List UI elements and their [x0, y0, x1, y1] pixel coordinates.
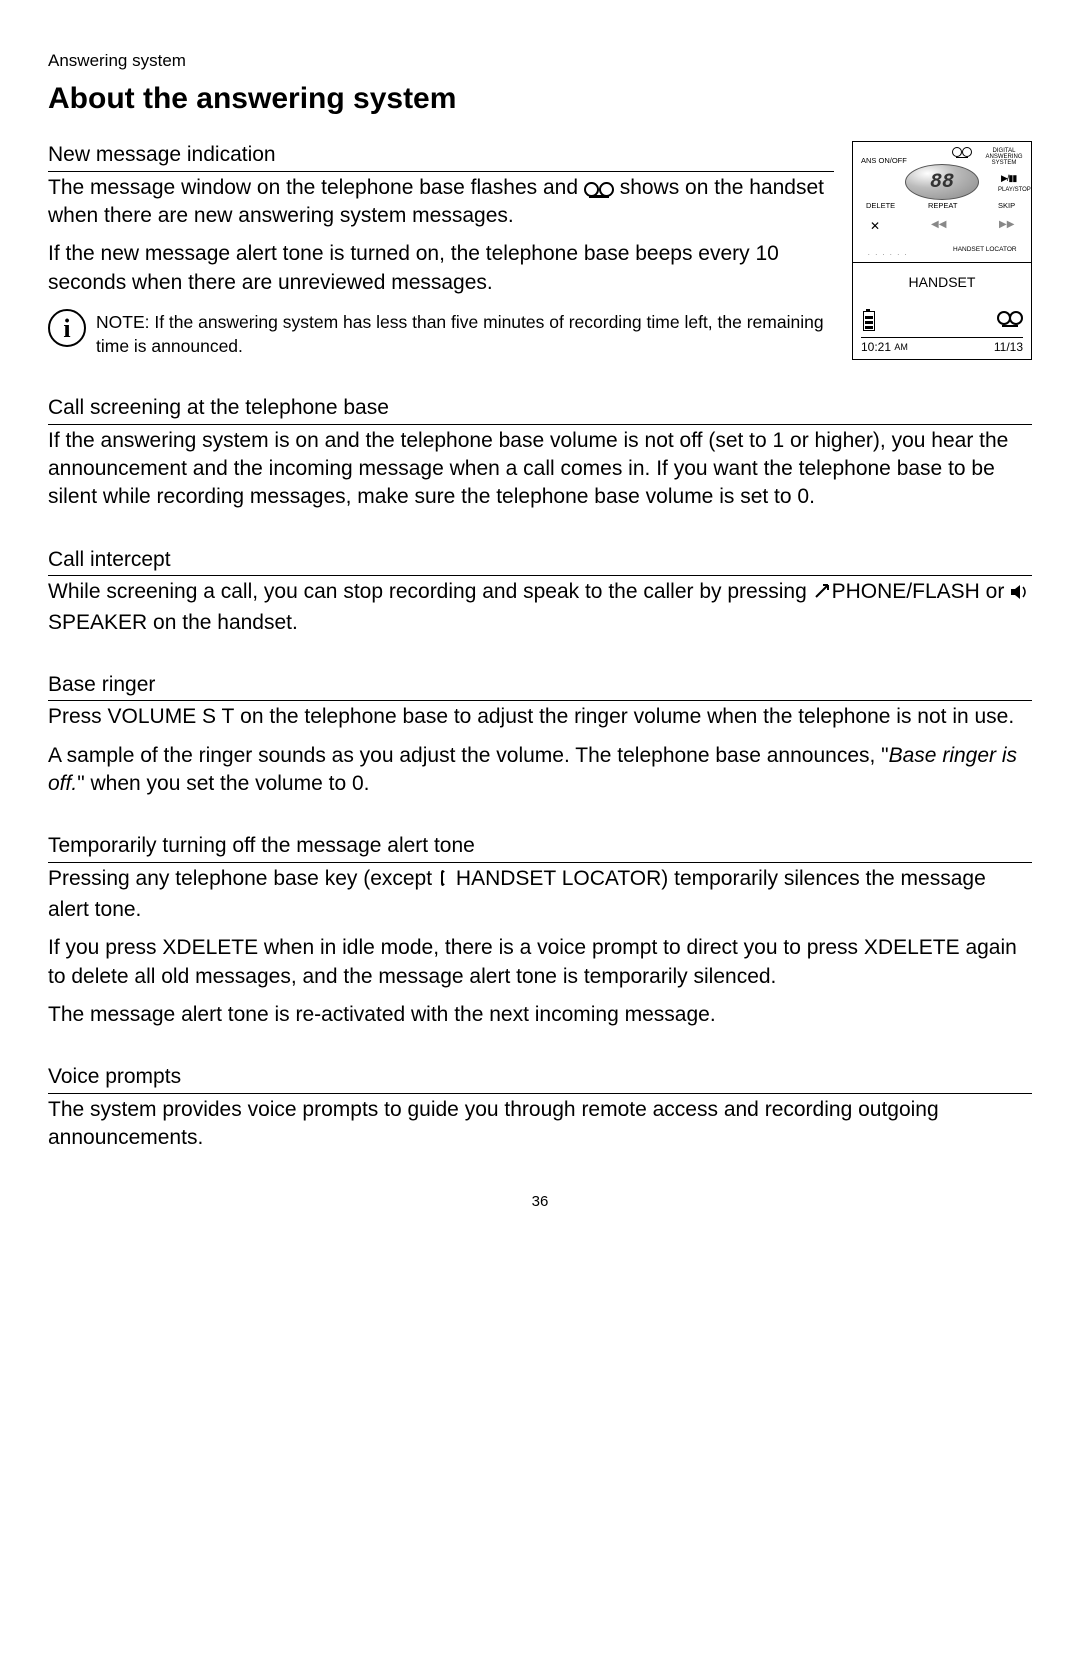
section-label: Answering system	[48, 50, 1032, 73]
heading-new-message: New message indication	[48, 141, 834, 171]
handset-icon	[438, 868, 454, 896]
page-title: About the answering system	[48, 79, 1032, 120]
para-new-message-1: The message window on the telephone base…	[48, 174, 834, 231]
heading-call-intercept: Call intercept	[48, 546, 1032, 576]
label-skip: SKIP	[998, 202, 1015, 210]
para-voice-prompts: The system provides voice prompts to gui…	[48, 1096, 1032, 1153]
rewind-icon: ◀◀	[931, 218, 946, 232]
note-block: i NOTE: If the answering system has less…	[48, 307, 834, 358]
para-base-ringer-1: Press VOLUME S T on the telephone base t…	[48, 703, 1032, 731]
battery-icon	[863, 311, 875, 331]
para-temp-off-1: Pressing any telephone base key (except …	[48, 865, 1032, 925]
tape-icon	[952, 147, 972, 157]
forward-icon: ▶▶	[999, 218, 1014, 232]
para-temp-off-2: If you press XDELETE when in idle mode, …	[48, 934, 1032, 991]
para-temp-off-3: The message alert tone is re-activated w…	[48, 1001, 1032, 1029]
message-counter: 88	[905, 164, 979, 200]
para-call-intercept: While screening a call, you can stop rec…	[48, 578, 1032, 637]
label-handset-locator: HANDSET LOCATOR	[953, 247, 1017, 254]
phone-icon	[813, 580, 831, 608]
tape-icon	[584, 182, 614, 196]
dots: . . . . . .	[868, 250, 908, 258]
label-playstop: PLAY/STOP	[998, 187, 1031, 193]
device-figure: ANS ON/OFF DIGITAL ANSWERING SYSTEM 88 ▶…	[852, 141, 1032, 360]
heading-base-ringer: Base ringer	[48, 671, 1032, 701]
page-number: 36	[48, 1192, 1032, 1212]
delete-x-icon: ✕	[870, 218, 880, 234]
label-ans-onoff: ANS ON/OFF	[861, 157, 907, 165]
heading-call-screening: Call screening at the telephone base	[48, 394, 1032, 424]
label-repeat: REPEAT	[928, 202, 957, 210]
screen-date: 11/13	[994, 339, 1023, 355]
screen-title: HANDSET	[853, 273, 1031, 292]
info-icon: i	[48, 309, 86, 347]
heading-temp-off: Temporarily turning off the message aler…	[48, 832, 1032, 862]
play-stop-icon: ▶/▮▮	[1001, 172, 1016, 184]
handset-screen: HANDSET 10:21 AM 11/13	[853, 263, 1031, 359]
label-delete: DELETE	[866, 202, 895, 210]
para-new-message-2: If the new message alert tone is turned …	[48, 240, 834, 297]
para-base-ringer-2: A sample of the ringer sounds as you adj…	[48, 742, 1032, 799]
note-text: NOTE: If the answering system has less t…	[96, 307, 834, 358]
heading-voice-prompts: Voice prompts	[48, 1063, 1032, 1093]
screen-time: 10:21 AM	[861, 339, 908, 355]
device-base-panel: ANS ON/OFF DIGITAL ANSWERING SYSTEM 88 ▶…	[853, 142, 1031, 263]
para-call-screening: If the answering system is on and the te…	[48, 427, 1032, 512]
label-digital: DIGITAL ANSWERING SYSTEM	[977, 148, 1031, 166]
tape-icon	[997, 311, 1023, 325]
speaker-icon	[1010, 580, 1030, 608]
